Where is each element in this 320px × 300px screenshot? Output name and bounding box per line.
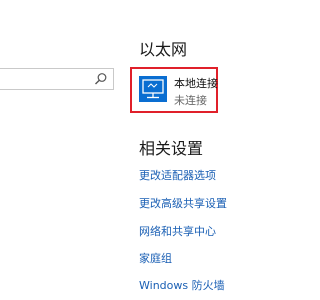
windows-firewall-link[interactable]: Windows 防火墙 <box>139 277 225 293</box>
related-settings-heading: 相关设置 <box>139 139 204 158</box>
adapter-tile-local-connection[interactable]: 本地连接 未连接 <box>130 67 218 113</box>
adapter-name: 本地连接 <box>174 77 218 90</box>
search-icon[interactable] <box>94 72 108 86</box>
network-sharing-center-link[interactable]: 网络和共享中心 <box>139 223 216 239</box>
network-settings-page: 以太网 本地连接 未连接 相关设置 更改适配器选项 更改高级共享设置 网络和共享… <box>0 0 300 300</box>
ethernet-heading: 以太网 <box>139 40 188 59</box>
search-input[interactable] <box>0 68 114 90</box>
change-adapter-options-link[interactable]: 更改适配器选项 <box>139 167 216 183</box>
network-adapter-icon <box>139 76 167 102</box>
advanced-sharing-settings-link[interactable]: 更改高级共享设置 <box>139 195 227 211</box>
homegroup-link[interactable]: 家庭组 <box>139 250 172 266</box>
adapter-status: 未连接 <box>174 94 207 107</box>
